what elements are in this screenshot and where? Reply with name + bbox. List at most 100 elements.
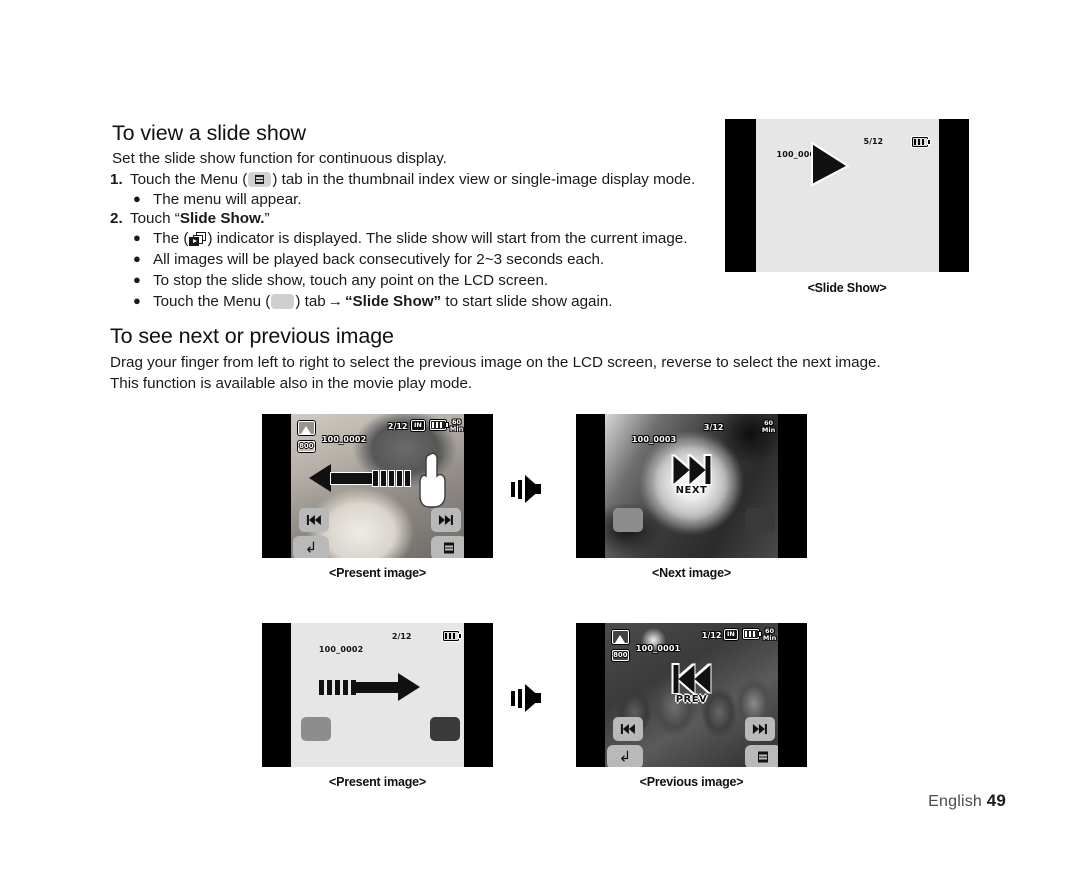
osd-filename: 100_0003 <box>631 435 677 444</box>
footer-page-number: 49 <box>986 791 1006 810</box>
next-button[interactable] <box>744 508 775 532</box>
step-1: 1. Touch the Menu () tab in the thumbnail… <box>110 169 695 190</box>
step-2-bold-label: Slide Show. <box>179 210 265 227</box>
skip-next-icon <box>752 724 767 734</box>
bullet-dot-icon: ● <box>133 251 141 266</box>
next-prev-paragraph-2: This function is available also in the m… <box>110 375 473 392</box>
overlay-label: NEXT <box>675 485 708 496</box>
osd-counter: 1/12 <box>701 631 722 640</box>
step-2-number: 2. <box>110 210 123 227</box>
lcd-next-image: 100_0003 3/12 60 Min NEXT <box>576 414 807 558</box>
bullet-consecutive-text: All images will be played back consecuti… <box>153 251 605 268</box>
next-prev-paragraph-1: Drag your finger from left to right to s… <box>110 354 881 371</box>
lcd-screen: 800 100_0002 2/12 IN 60 Min ↲ <box>290 414 465 558</box>
play-cursor-arrow-icon <box>810 141 850 187</box>
osd-counter: 3/12 <box>703 423 724 432</box>
figure-slide-show: 100_0005 5/12 <Slide Show> <box>725 119 969 295</box>
bullet-again-text-mid: ) tab <box>295 293 326 310</box>
lcd-slide-show: 100_0005 5/12 <box>725 119 969 272</box>
back-arrow-icon: ↲ <box>618 748 632 766</box>
lcd-screen: 100_0003 3/12 60 Min NEXT <box>604 414 779 558</box>
bullet-slide-show-indicator: ● The () indicator is displayed. The slid… <box>133 227 687 249</box>
back-button[interactable]: ↲ <box>292 536 329 558</box>
step-1-text-after: ) tab in the thumbnail index view or sin… <box>272 171 696 188</box>
osd-filename: 100_0002 <box>318 645 364 654</box>
skip-next-big-overlay: NEXT <box>673 456 710 496</box>
right-arrow-icon: → <box>327 293 343 310</box>
transition-arrow-icon-top <box>511 475 541 503</box>
menu-icon <box>443 542 454 554</box>
battery-icon <box>742 629 762 639</box>
resolution-badge: 800 <box>297 441 315 452</box>
skip-next-icon <box>438 515 453 525</box>
figure-next-image: 100_0003 3/12 60 Min NEXT <Next image> <box>576 414 807 580</box>
next-button[interactable] <box>430 508 461 532</box>
bullet-indicator-text-after: ) indicator is displayed. The slide show… <box>207 230 688 247</box>
osd-counter: 5/12 <box>863 137 884 146</box>
overlay-label: PREV <box>675 694 708 705</box>
slide-show-indicator-icon <box>189 232 207 246</box>
page-footer: English 49 <box>928 791 1006 811</box>
prev-button[interactable] <box>612 508 643 532</box>
osd-filename: 100_0002 <box>321 435 367 444</box>
bullet-menu-will-appear: ● The menu will appear. <box>133 188 302 210</box>
battery-icon <box>442 631 462 641</box>
skip-prev-big-icon <box>673 665 710 693</box>
transition-arrow-icon-bottom <box>511 684 541 712</box>
footer-language: English <box>928 793 987 810</box>
skip-next-big-icon <box>673 456 710 484</box>
menu-button[interactable] <box>430 536 465 558</box>
lcd-screen: 100_0002 2/12 <box>290 623 465 767</box>
step-2-text-after: ” <box>264 210 270 227</box>
bullet-menu-will-appear-text: The menu will appear. <box>153 191 302 208</box>
bullet-again-bold-label: “Slide Show” <box>344 293 442 310</box>
manual-page: To view a slide show Set the slide show … <box>0 0 1080 886</box>
osd-filename: 100_0001 <box>635 644 681 653</box>
caption-next-image: <Next image> <box>652 566 731 580</box>
drag-left-gesture-icon <box>308 464 411 492</box>
caption-present-image-bottom: <Present image> <box>328 775 427 789</box>
prev-button[interactable] <box>298 508 329 532</box>
step-1-number: 1. <box>110 171 123 188</box>
slide-show-intro-text: Set the slide show function for continuo… <box>112 150 447 167</box>
skip-prev-big-overlay: PREV <box>673 665 710 705</box>
heading-next-previous-image: To see next or previous image <box>110 324 394 348</box>
menu-button[interactable] <box>744 745 779 767</box>
bullet-dot-icon: ● <box>133 191 141 206</box>
step-2-text-before: Touch “ <box>130 210 180 227</box>
bullet-dot-icon: ● <box>133 293 141 308</box>
caption-previous-image: <Previous image> <box>639 775 744 789</box>
resolution-badge: 800 <box>611 650 629 661</box>
lcd-screen: 800 100_0001 1/12 IN 60 Min PREV ↲ <box>604 623 779 767</box>
bullet-consecutive-playback: ● All images will be played back consecut… <box>133 248 604 270</box>
bullet-stop-slide-show: ● To stop the slide show, touch any point… <box>133 269 548 291</box>
prev-button[interactable] <box>612 717 643 741</box>
bullet-dot-icon: ● <box>133 272 141 287</box>
osd-record-time: 60 Min <box>762 627 777 642</box>
drag-right-gesture-icon <box>318 673 420 701</box>
finger-icon <box>419 452 446 508</box>
battery-icon <box>429 420 449 430</box>
bullet-again-tail: to start slide show again. <box>445 293 613 310</box>
osd-counter: 2/12 <box>391 632 412 641</box>
photo-mode-icon <box>297 421 315 435</box>
menu-icon <box>757 751 768 763</box>
back-button[interactable]: ↲ <box>606 745 643 767</box>
bullet-indicator-text-before: The ( <box>153 230 189 247</box>
bullet-restart-slide-show: ● Touch the Menu ( ) tab → “Slide Show” to s… <box>133 290 613 312</box>
lcd-present-image-top: 800 100_0002 2/12 IN 60 Min ↲ <box>262 414 493 558</box>
next-button[interactable] <box>744 717 775 741</box>
battery-icon <box>911 137 930 147</box>
skip-prev-icon <box>620 724 635 734</box>
prev-button[interactable] <box>300 717 331 741</box>
next-button[interactable] <box>429 717 460 741</box>
photo-mode-icon <box>611 630 629 644</box>
lcd-screen: 100_0005 5/12 <box>755 119 939 272</box>
skip-prev-icon <box>306 515 321 525</box>
osd-record-time: 60 Min <box>449 418 464 433</box>
bullet-again-text-before: Touch the Menu ( <box>153 293 271 310</box>
blank-menu-tab-icon <box>271 294 295 309</box>
step-2: 2. Touch “Slide Show.” <box>110 208 270 229</box>
osd-counter: 2/12 <box>387 422 408 431</box>
figure-present-image-top: 800 100_0002 2/12 IN 60 Min ↲ <Present i… <box>262 414 493 580</box>
